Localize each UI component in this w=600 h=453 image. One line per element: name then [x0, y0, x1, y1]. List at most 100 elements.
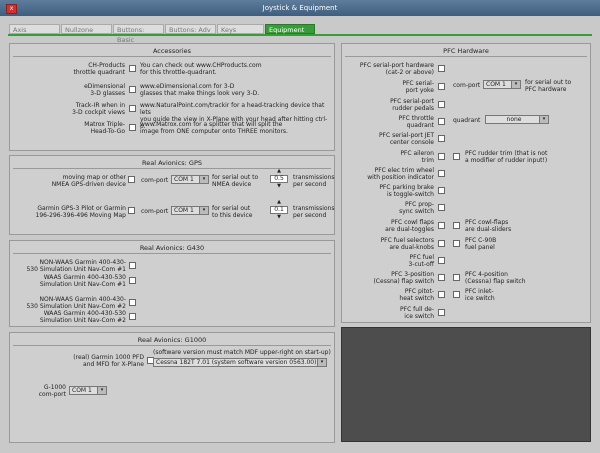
pfc-left-checkbox[interactable]: [438, 204, 445, 211]
pfc-left-label-l2: rudder pedals: [392, 105, 434, 112]
chevron-down-icon: ▾: [97, 387, 106, 394]
close-icon[interactable]: x: [6, 4, 17, 14]
g430-item-checkbox[interactable]: [129, 313, 136, 320]
pfc-left-checkbox[interactable]: [438, 309, 445, 316]
g430-item-label-l2: 530 Simulation Unit Nav-Com #1: [26, 266, 126, 273]
gps-row2-label: Garmin GPS-3 Pilot or Garmin 196-296-396…: [12, 205, 126, 219]
pfc-left-label-l1: PFC fuel: [409, 254, 434, 261]
pfc-quadrant-select[interactable]: none ▾: [485, 115, 549, 124]
accessory-checkbox[interactable]: [129, 105, 136, 112]
increment-icon[interactable]: ▲: [275, 200, 283, 205]
pfc-left-checkbox[interactable]: [438, 65, 445, 72]
gps-row1-purpose: for serial out to NMEA device: [212, 174, 258, 188]
pfc-com-select[interactable]: COM 1 ▾: [483, 80, 521, 89]
gps-row2-com-select[interactable]: COM 1 ▾: [171, 206, 209, 215]
decrement-icon[interactable]: ▼: [275, 215, 283, 220]
pfc-right-label: PFC inlet-ice switch: [465, 288, 585, 302]
pfc-right-label-l2: ice switch: [465, 295, 495, 302]
gps-row2-rate-l2: per second: [293, 212, 327, 219]
chevron-down-icon: ▾: [539, 116, 548, 123]
g1000-version-note: (software version must match MDF upper-r…: [153, 349, 331, 356]
pfc-left-label-l1: PFC serial-port hardware: [359, 62, 434, 69]
pfc-right-checkbox[interactable]: [453, 222, 460, 229]
accessory-description-l2: for this throttle-quadrant.: [140, 69, 217, 76]
increment-icon[interactable]: ▲: [275, 169, 283, 174]
pfc-left-checkbox[interactable]: [438, 153, 445, 160]
pfc-left-checkbox[interactable]: [438, 83, 445, 90]
tab-bar: Axis Nullzone Buttons: Basic Buttons: Ad…: [0, 21, 600, 44]
tab-axis[interactable]: Axis: [9, 24, 60, 34]
accessory-label-l1: CH-Products: [88, 62, 125, 69]
pfc-left-label-l1: PFC serial-port JET: [378, 132, 434, 139]
g430-item-checkbox[interactable]: [129, 262, 136, 269]
g1000-com-value: COM 1: [72, 387, 92, 394]
pfc-right-checkbox[interactable]: [453, 153, 460, 160]
pfc-left-label-l1: PFC throttle: [398, 115, 434, 122]
pfc-left-label-l1: PFC aileron: [400, 150, 434, 157]
gps-row1-purpose-l1: for serial out to: [212, 174, 259, 181]
pfc-left-label: PFC fuel selectors are dual-knobs: [344, 237, 434, 251]
g1000-com-select[interactable]: COM 1 ▾: [69, 386, 107, 395]
gps-row1-rate-input[interactable]: 0.5: [270, 175, 288, 183]
accessory-checkbox[interactable]: [129, 86, 136, 93]
pfc-left-label-l1: PFC 3-position: [391, 271, 434, 278]
title-bar[interactable]: x Joystick & Equipment: [0, 0, 600, 16]
pfc-left-checkbox[interactable]: [438, 257, 445, 264]
pfc-left-label-l1: PFC elec trim wheel: [374, 167, 434, 174]
pfc-left-label-l2: center console: [389, 139, 434, 146]
pfc-left-label-l1: PFC cowl flaps: [390, 219, 434, 226]
pfc-left-checkbox[interactable]: [438, 291, 445, 298]
gps-row2-checkbox[interactable]: [128, 207, 135, 214]
g430-item-checkbox[interactable]: [129, 277, 136, 284]
g1000-com-label: G-1000 com-port: [12, 384, 66, 398]
tab-buttons-adv[interactable]: Buttons: Adv: [165, 24, 216, 34]
gps-row1-rate-l2: per second: [293, 181, 327, 188]
decrement-icon[interactable]: ▼: [275, 184, 283, 189]
pfc-left-label-l2: quadrant: [406, 122, 434, 129]
pfc-left-checkbox[interactable]: [438, 222, 445, 229]
pfc-left-checkbox[interactable]: [438, 187, 445, 194]
pfc-left-checkbox[interactable]: [438, 170, 445, 177]
gps-row1-comport-label: com-port: [141, 177, 169, 184]
pfc-left-checkbox[interactable]: [438, 240, 445, 247]
tab-keys[interactable]: Keys: [217, 24, 264, 34]
accessories-panel: Accessories CH-Products throttle quadrant…: [9, 43, 335, 151]
accessory-checkbox[interactable]: [129, 124, 136, 131]
gps-row1-label: moving map or other NMEA GPS-driven devi…: [12, 174, 126, 188]
pfc-left-label-l2: port yoke: [405, 87, 434, 94]
pfc-left-checkbox[interactable]: [438, 101, 445, 108]
pfc-left-label-l1: PFC serial-: [402, 80, 434, 87]
tab-equipment[interactable]: Equipment: [265, 24, 315, 34]
accessory-label-l1: eDimensional: [84, 83, 125, 90]
accessory-description-l1: www.eDimensional.com for 3-D: [140, 83, 235, 90]
g430-item-label-l2: 530 Simulation Unit Nav-Com #2: [26, 303, 126, 310]
pfc-left-checkbox[interactable]: [438, 135, 445, 142]
pfc-left-checkbox[interactable]: [438, 118, 445, 125]
pfc-left-checkbox[interactable]: [438, 274, 445, 281]
tab-nullzone[interactable]: Nullzone: [61, 24, 112, 34]
accessory-checkbox[interactable]: [129, 65, 136, 72]
pfc-right-label: PFC rudder trim (that is not a modifier o…: [465, 150, 585, 164]
pfc-left-label: PFC 3-position (Cessna) flap switch: [344, 271, 434, 285]
gps-title: Real Avionics: GPS: [142, 159, 202, 167]
pfc-right-label: PFC cowl-flaps are dual-sliders: [465, 219, 585, 233]
pfc-left-label-l2: are dual-toggles: [385, 226, 434, 233]
pfc-right-checkbox[interactable]: [453, 240, 460, 247]
g430-item-label-l1: WAAS Garmin 400-430-530: [43, 310, 126, 317]
pfc-right-checkbox[interactable]: [453, 291, 460, 298]
pfc-left-label-l2: are dual-knobs: [389, 244, 434, 251]
gps-row2-rate-l1: transmissions: [293, 205, 335, 212]
pfc-right-label-l1: PFC cowl-flaps: [465, 219, 509, 226]
tab-buttons-basic[interactable]: Buttons: Basic: [113, 24, 164, 44]
g1000-version-select[interactable]: Cessna 182T 7.01 (system software versio…: [153, 358, 327, 367]
gps-row2-rate-input[interactable]: 0.1: [270, 206, 288, 214]
gps-panel: Real Avionics: GPS moving map or other N…: [9, 155, 335, 235]
pfc-right-checkbox[interactable]: [453, 274, 460, 281]
pfc-left-label: PFC elec trim wheel with position indicat…: [344, 167, 434, 181]
g1000-panel: Real Avionics: G1000 (real) Garmin 1000 …: [9, 332, 335, 443]
pfc-left-label: PFC serial-port JET center console: [344, 132, 434, 146]
g430-item-checkbox[interactable]: [129, 299, 136, 306]
gps-row1-checkbox[interactable]: [128, 176, 135, 183]
gps-row1-com-select[interactable]: COM 1 ▾: [171, 175, 209, 184]
joystick-equipment-window: x Joystick & Equipment Axis Nullzone But…: [0, 0, 600, 453]
